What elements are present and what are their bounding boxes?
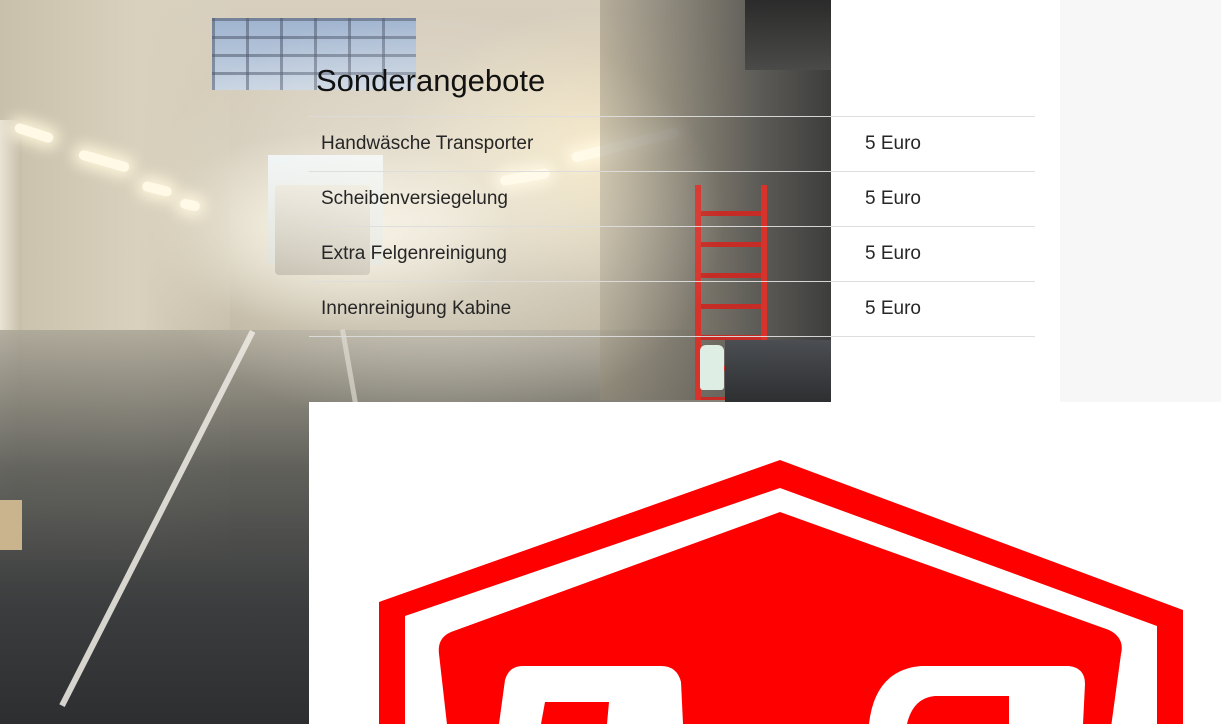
page: Sonderangebote Handwäsche Transporter 5 … [0,0,1221,724]
offer-price: 5 Euro [865,243,921,264]
offer-row: Innenreinigung Kabine 5 Euro [309,282,1035,337]
offer-name: Extra Felgenreinigung [321,243,507,264]
offer-row: Extra Felgenreinigung 5 Euro [309,227,1035,282]
offer-row: Handwäsche Transporter 5 Euro [309,117,1035,172]
special-offers-section: Sonderangebote Handwäsche Transporter 5 … [309,58,1035,337]
logo-letter-right-inner [907,696,1009,724]
special-offers-title: Sonderangebote [316,63,546,98]
offer-name: Scheibenversiegelung [321,188,508,209]
offer-name: Innenreinigung Kabine [321,298,512,319]
sidebar-background [1060,0,1221,402]
offer-price: 5 Euro [865,188,921,209]
offer-row: Scheibenversiegelung 5 Euro [309,172,1035,227]
offers-table: Handwäsche Transporter 5 Euro Scheibenve… [309,116,1035,337]
red-shield-logo-icon [379,460,1183,724]
logo-area [309,402,1221,724]
offer-price: 5 Euro [865,298,921,319]
logo-letter-left-stem [541,702,609,724]
offer-price: 5 Euro [865,133,921,154]
offer-name: Handwäsche Transporter [321,133,534,154]
